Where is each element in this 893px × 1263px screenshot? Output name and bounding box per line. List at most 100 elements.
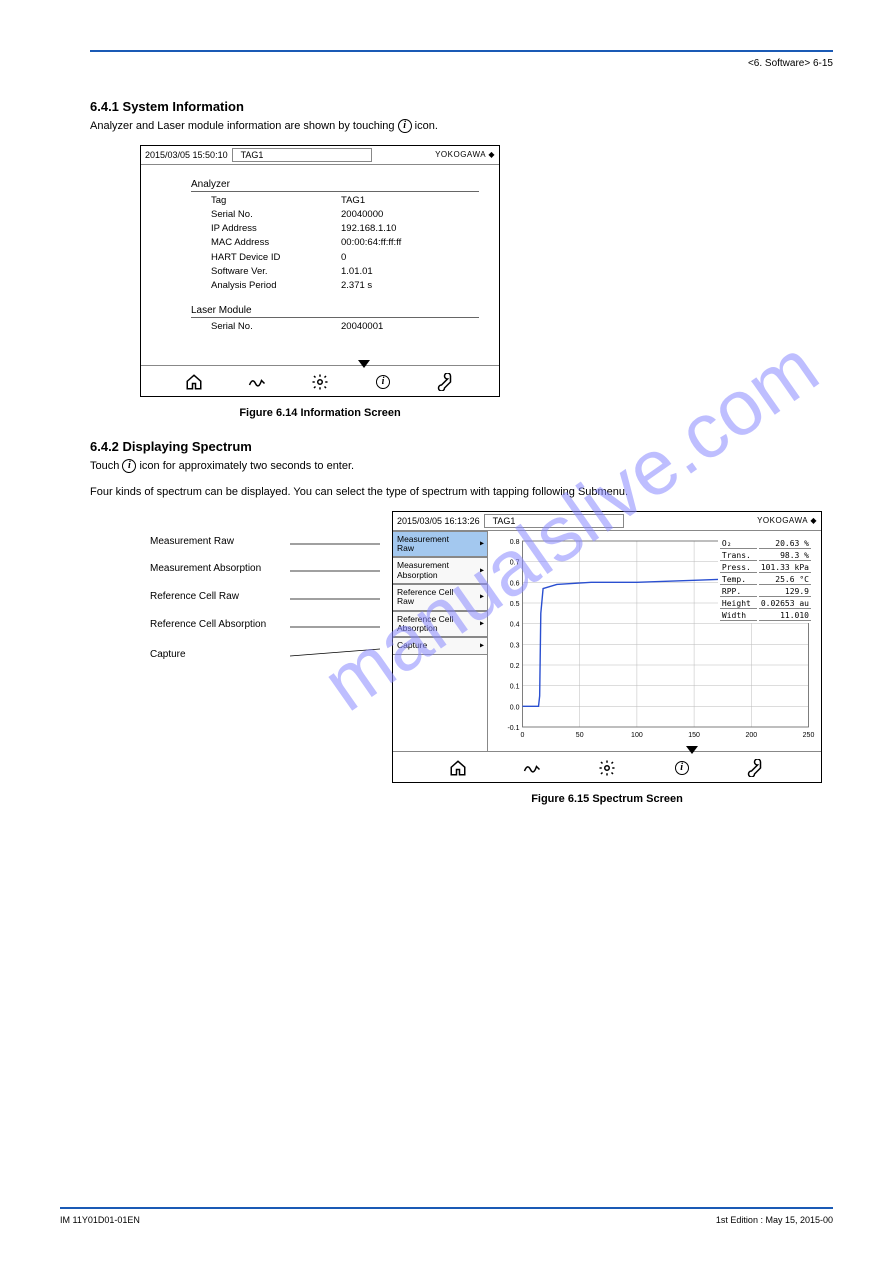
trend-icon[interactable]: [247, 372, 267, 392]
chevron-right-icon: ▸: [480, 642, 484, 651]
submenu-item[interactable]: Reference CellRaw▸: [393, 584, 487, 611]
svg-text:0.4: 0.4: [510, 621, 520, 628]
readout-key: Width: [720, 611, 757, 621]
brand-logo: YOKOGAWA ◆: [435, 150, 495, 159]
figure1-caption: Figure 6.14 Information Screen: [140, 407, 500, 419]
trend-icon[interactable]: [522, 758, 542, 778]
svg-text:0.3: 0.3: [510, 642, 520, 649]
info-key: HART Device ID: [211, 251, 341, 265]
readout-key: Temp.: [720, 575, 757, 585]
readout-row: Press.101.33 kPa: [720, 563, 811, 573]
readout-table: O₂20.63 %Trans.98.3 %Press.101.33 kPaTem…: [718, 537, 813, 623]
info-value: 0: [341, 251, 346, 265]
status-datetime: 2015/03/05 16:13:26: [397, 516, 480, 526]
readout-value: 101.33 kPa: [759, 563, 811, 573]
submenu-column: MeasurementRaw▸MeasurementAbsorption▸Ref…: [393, 531, 488, 751]
callout-capture: Capture: [150, 649, 186, 660]
submenu-item[interactable]: Capture▸: [393, 637, 487, 654]
readout-key: Trans.: [720, 551, 757, 561]
svg-text:0: 0: [521, 732, 525, 739]
home-icon[interactable]: [184, 372, 204, 392]
svg-text:0.7: 0.7: [510, 559, 520, 566]
status-tag: TAG1: [232, 148, 372, 162]
submenu-item[interactable]: Reference CellAbsorption▸: [393, 611, 487, 638]
info-row: MAC Address00:00:64:ff:ff:ff: [211, 236, 479, 250]
info-icon[interactable]: i: [373, 372, 393, 392]
info-key: Serial No.: [211, 208, 341, 222]
info-key: Serial No.: [211, 320, 341, 334]
readout-value: 20.63 %: [759, 539, 811, 549]
chevron-right-icon: ▸: [480, 593, 484, 602]
chevron-right-icon: ▸: [480, 620, 484, 629]
section1-text-b: icon.: [415, 120, 438, 132]
footer-docid: IM 11Y01D01-01EN: [60, 1215, 140, 1225]
footer-rule: [60, 1207, 833, 1209]
readout-value: 98.3 %: [759, 551, 811, 561]
callout-measurement-absorption: Measurement Absorption: [150, 563, 261, 574]
section2-instruction: Touch i icon for approximately two secon…: [90, 458, 833, 475]
readout-row: O₂20.63 %: [720, 539, 811, 549]
callout-reference-absorption: Reference Cell Absorption: [150, 619, 266, 630]
info-key: Software Ver.: [211, 265, 341, 279]
bottom-nav: i: [393, 751, 821, 782]
info-row: IP Address192.168.1.10: [211, 222, 479, 236]
section2-text-a: Touch: [90, 460, 122, 472]
info-value: 1.01.01: [341, 265, 373, 279]
selected-caret-icon: [686, 746, 698, 754]
readout-value: 0.02653 au: [759, 599, 811, 609]
status-bar: 2015/03/05 16:13:26 TAG1 YOKOGAWA ◆: [393, 512, 821, 531]
info-icon[interactable]: i: [672, 758, 692, 778]
settings-icon[interactable]: [746, 758, 766, 778]
alarm-icon[interactable]: [597, 758, 617, 778]
svg-text:200: 200: [745, 732, 757, 739]
section1-heading: 6.4.1 System Information: [90, 99, 833, 114]
callout-reference-raw: Reference Cell Raw: [150, 591, 239, 602]
section2-heading: 6.4.2 Displaying Spectrum: [90, 439, 833, 454]
info-icon: i: [122, 459, 136, 473]
callout-lines: Measurement Raw Measurement Absorption R…: [150, 511, 380, 751]
home-icon[interactable]: [448, 758, 468, 778]
info-group1-title: Analyzer: [191, 179, 479, 192]
callout-leader-lines: [150, 511, 380, 751]
svg-text:0.2: 0.2: [510, 663, 520, 670]
submenu-item[interactable]: MeasurementAbsorption▸: [393, 557, 487, 584]
footer-edition: 1st Edition : May 15, 2015-00: [716, 1215, 833, 1225]
chevron-right-icon: ▸: [480, 566, 484, 575]
bottom-nav: i: [141, 365, 499, 396]
info-value: TAG1: [341, 194, 365, 208]
svg-text:250: 250: [803, 732, 815, 739]
readout-key: Height: [720, 599, 757, 609]
svg-text:0.1: 0.1: [510, 683, 520, 690]
readout-row: Width11.010: [720, 611, 811, 621]
info-key: MAC Address: [211, 236, 341, 250]
status-datetime: 2015/03/05 15:50:10: [145, 150, 228, 160]
svg-text:0.5: 0.5: [510, 601, 520, 608]
readout-row: Height0.02653 au: [720, 599, 811, 609]
header-rule: [90, 50, 833, 52]
header-page-ref: <6. Software> 6-15: [90, 58, 833, 69]
info-body: Analyzer TagTAG1Serial No.20040000IP Add…: [141, 165, 499, 365]
readout-key: Press.: [720, 563, 757, 573]
svg-text:100: 100: [631, 732, 643, 739]
section2-text-b: icon for approximately two seconds to en…: [139, 460, 354, 472]
status-tag: TAG1: [484, 514, 624, 528]
readout-row: RPP.129.9: [720, 587, 811, 597]
submenu-item[interactable]: MeasurementRaw▸: [393, 531, 487, 558]
info-group2-title: Laser Module: [191, 305, 479, 318]
readout-value: 11.010: [759, 611, 811, 621]
info-value: 00:00:64:ff:ff:ff: [341, 236, 401, 250]
figure2-wrap: Measurement Raw Measurement Absorption R…: [150, 511, 833, 783]
svg-text:0.0: 0.0: [510, 704, 520, 711]
brand-logo: YOKOGAWA ◆: [757, 516, 817, 525]
readout-row: Trans.98.3 %: [720, 551, 811, 561]
readout-value: 25.6 °C: [759, 575, 811, 585]
info-row: Serial No.20040000: [211, 208, 479, 222]
svg-text:150: 150: [688, 732, 700, 739]
info-row: Analysis Period2.371 s: [211, 279, 479, 293]
svg-text:50: 50: [576, 732, 584, 739]
info-value: 2.371 s: [341, 279, 372, 293]
alarm-icon[interactable]: [310, 372, 330, 392]
settings-icon[interactable]: [436, 372, 456, 392]
callout-measurement-raw: Measurement Raw: [150, 536, 234, 547]
svg-text:0.8: 0.8: [510, 539, 520, 546]
